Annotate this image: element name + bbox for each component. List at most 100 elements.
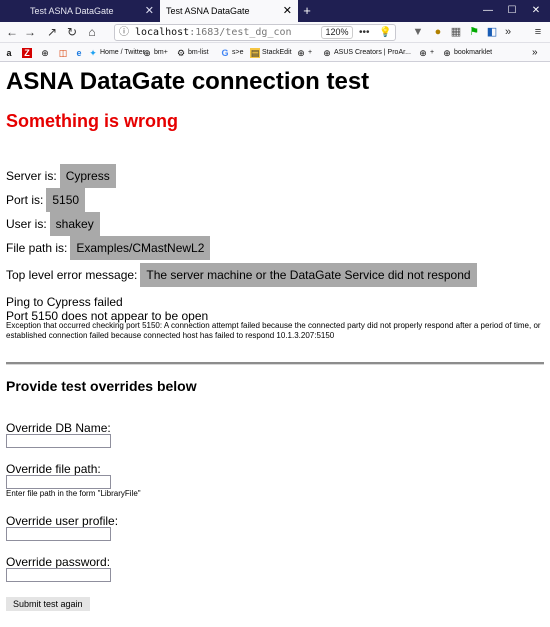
bookmark-s-e[interactable]: Gs>e bbox=[220, 43, 243, 62]
db-name-label: Override DB Name: bbox=[6, 421, 111, 435]
home-icon[interactable]: ⌂ bbox=[84, 24, 100, 40]
bookmark-label: ASUS Creators | ProAr... bbox=[334, 49, 411, 56]
bookmark-z[interactable]: Z bbox=[22, 43, 34, 62]
bookmark-label: + bbox=[430, 49, 435, 56]
file-path-row: File path is: Examples/CMastNewL2 bbox=[6, 236, 211, 260]
user-value: shakey bbox=[49, 212, 100, 236]
bookmark-twitter[interactable]: ✦ Home / Twitter bbox=[88, 43, 145, 62]
exception-message: Exception that occurred checking port 51… bbox=[6, 321, 541, 340]
tab-close-icon[interactable]: ✕ bbox=[283, 0, 292, 22]
new-tab-plus-icon[interactable]: + bbox=[300, 0, 314, 22]
error-message-value: The server machine or the DataGate Servi… bbox=[140, 263, 477, 287]
password-label: Override password: bbox=[6, 555, 111, 569]
bookmark-plus-2[interactable]: ⊕ + bbox=[418, 43, 434, 62]
menu-icon[interactable]: ≡ bbox=[530, 24, 546, 41]
user-row: User is: shakey bbox=[6, 212, 100, 236]
forward-arrow-icon[interactable]: → bbox=[22, 24, 38, 40]
minimize-icon[interactable]: — bbox=[476, 0, 500, 22]
close-window-icon[interactable]: ✕ bbox=[524, 0, 548, 22]
back-arrow-icon[interactable]: ← bbox=[4, 24, 20, 40]
lightbulb-icon[interactable]: 💡 bbox=[379, 25, 391, 40]
globe-icon: ⊕ bbox=[143, 48, 151, 58]
bookmark-globe[interactable]: ⊕ bbox=[40, 43, 52, 62]
bookmark-label: Home / Twitter bbox=[100, 49, 145, 56]
tab-active[interactable]: Test ASNA DataGate ✕ bbox=[160, 0, 298, 22]
address-bar[interactable]: ⓘ localhost:1683/test_dg_con 120% ••• 💡 bbox=[114, 24, 396, 41]
bookmark-amazon[interactable]: a bbox=[4, 43, 16, 62]
more-bookmarks-icon[interactable]: » bbox=[532, 43, 538, 62]
file-path-override-label: Override file path: bbox=[6, 462, 101, 476]
bookmark-label: s>e bbox=[232, 49, 244, 56]
bookmark-stackedit[interactable]: ▤ StackEdit bbox=[250, 43, 292, 62]
extension-badge-icon[interactable]: ● bbox=[430, 24, 446, 41]
bm-list-icon: ⚙ bbox=[176, 48, 186, 58]
user-profile-input[interactable] bbox=[6, 527, 111, 541]
office-icon: ◫ bbox=[58, 48, 68, 58]
stackedit-icon: ▤ bbox=[250, 48, 260, 58]
globe-icon: ⊕ bbox=[443, 48, 451, 58]
asus-icon: ⊕ bbox=[323, 48, 331, 58]
bookmark-label: bookmarklet bbox=[454, 49, 493, 56]
error-heading: Something is wrong bbox=[6, 111, 179, 131]
twitter-icon: ✦ bbox=[89, 48, 97, 58]
bookmark-bm-list[interactable]: ⚙ bm-list bbox=[176, 43, 209, 62]
bookmark-plus[interactable]: ⊕ + bbox=[296, 43, 312, 62]
tab-bar: Test ASNA DataGate ✕ Test ASNA DataGate … bbox=[0, 0, 550, 22]
blue-extension-icon[interactable]: ◧ bbox=[484, 24, 500, 41]
overrides-heading: Provide test overrides below bbox=[6, 378, 197, 394]
file-path-hint: Enter file path in the form "LibraryFile… bbox=[6, 489, 141, 498]
url-host: localhost bbox=[135, 27, 190, 38]
bookmark-bookmarklet[interactable]: ⊕ bookmarklet bbox=[442, 43, 492, 62]
port-row: Port is: 5150 bbox=[6, 188, 86, 212]
globe-icon: ⊕ bbox=[297, 48, 305, 58]
port-label: Port is: bbox=[6, 193, 44, 207]
vpn-icon[interactable]: ▼ bbox=[410, 24, 426, 41]
bookmarks-bar: a Z ⊕ ◫ e ✦ Home / Twitter ⊕ bm+ ⚙ bm-list … bbox=[0, 43, 550, 62]
server-value: Cypress bbox=[59, 164, 116, 188]
bookmark-ie[interactable]: e bbox=[74, 43, 86, 62]
url-path: :1683/test_dg_con bbox=[189, 27, 292, 38]
file-path-input[interactable] bbox=[6, 475, 111, 489]
tab-inactive[interactable]: Test ASNA DataGate ✕ bbox=[0, 0, 160, 22]
navigation-bar: ← → ↗ ↻ ⌂ ⓘ localhost:1683/test_dg_con 1… bbox=[0, 22, 550, 43]
error-message-label: Top level error message: bbox=[6, 268, 138, 282]
port-value: 5150 bbox=[46, 188, 86, 212]
tools-icon[interactable]: ↗ bbox=[44, 24, 60, 40]
bookmark-bm-plus[interactable]: ⊕ bm+ bbox=[142, 43, 168, 62]
bookmark-asus[interactable]: ⊕ ASUS Creators | ProAr... bbox=[322, 43, 411, 62]
page-actions-icon[interactable]: ••• bbox=[359, 25, 370, 40]
reload-icon[interactable]: ↻ bbox=[64, 24, 80, 40]
server-label: Server is: bbox=[6, 169, 57, 183]
globe-icon: ⊕ bbox=[419, 48, 427, 58]
submit-button[interactable]: Submit test again bbox=[6, 597, 90, 611]
file-path-value: Examples/CMastNewL2 bbox=[70, 236, 211, 260]
file-path-label: File path is: bbox=[6, 241, 68, 255]
ie-icon: e bbox=[76, 48, 82, 58]
bookmark-label: + bbox=[308, 49, 313, 56]
password-input[interactable] bbox=[6, 568, 111, 582]
url-text[interactable]: localhost:1683/test_dg_con bbox=[135, 25, 313, 40]
zoom-level[interactable]: 120% bbox=[321, 26, 353, 39]
grid-extension-icon[interactable]: ▦ bbox=[448, 24, 464, 41]
bookmark-label: bm+ bbox=[154, 49, 168, 56]
db-name-input[interactable] bbox=[6, 434, 111, 448]
maximize-icon[interactable]: ☐ bbox=[500, 0, 524, 22]
user-profile-label: Override user profile: bbox=[6, 514, 119, 528]
bookmark-label: StackEdit bbox=[262, 49, 292, 56]
tab-title: Test ASNA DataGate bbox=[166, 6, 250, 16]
green-extension-icon[interactable]: ⚑ bbox=[466, 24, 482, 41]
globe-icon: ⊕ bbox=[41, 48, 49, 58]
ping-message: Ping to Cypress failed bbox=[6, 295, 123, 309]
amazon-icon: a bbox=[6, 48, 12, 58]
google-icon: G bbox=[221, 48, 229, 58]
bookmark-label: bm-list bbox=[188, 49, 209, 56]
divider bbox=[6, 362, 544, 365]
page-content: ASNA DataGate connection test Something … bbox=[0, 62, 550, 627]
page-title: ASNA DataGate connection test bbox=[6, 68, 370, 95]
site-info-icon[interactable]: ⓘ bbox=[119, 25, 129, 40]
tab-close-icon[interactable]: ✕ bbox=[145, 0, 154, 22]
more-tools-icon[interactable]: » bbox=[500, 24, 516, 41]
error-message-row: Top level error message: The server machi… bbox=[6, 263, 477, 287]
bookmark-office[interactable]: ◫ bbox=[58, 43, 70, 62]
user-label: User is: bbox=[6, 217, 47, 231]
